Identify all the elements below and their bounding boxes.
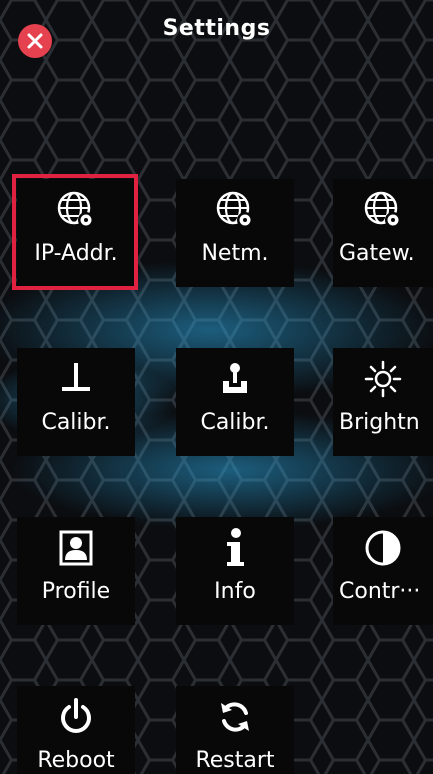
tile-label: Restart [195, 748, 275, 773]
calibrate-touch-icon [223, 363, 247, 393]
globe-gear-icon [216, 191, 253, 228]
calibrate-touch-tile[interactable]: Calibr. [176, 348, 294, 456]
tile-label: Calibr. [200, 410, 270, 435]
power-icon [61, 698, 91, 733]
profile-tile[interactable]: Profile [17, 517, 135, 625]
tile-label: Brightn [339, 410, 420, 435]
info-icon [227, 528, 244, 566]
page-title: Settings [162, 16, 271, 41]
reboot-tile[interactable]: Reboot [17, 686, 135, 774]
info-tile[interactable]: Info [176, 517, 294, 625]
contrast-icon [365, 530, 401, 566]
calibrate-pin-icon [62, 363, 90, 391]
tile-label: Contr··· [339, 579, 421, 604]
profile-icon [59, 530, 93, 566]
tile-label: IP-Addr. [34, 241, 118, 266]
sun-icon [364, 360, 402, 398]
calibrate-pin-tile[interactable]: Calibr. [17, 348, 135, 456]
tile-label: Reboot [37, 748, 115, 773]
tile-label: Gatew. [339, 241, 415, 266]
brightness-tile[interactable]: Brightn [333, 348, 433, 456]
header-bar: Settings [0, 0, 433, 70]
tile-label: Netm. [201, 241, 269, 266]
globe-gear-icon [57, 191, 94, 228]
contrast-tile[interactable]: Contr··· [333, 517, 433, 625]
gateway-tile[interactable]: Gatew. [333, 179, 433, 287]
tile-label: Profile [41, 579, 111, 604]
tile-label: Info [214, 579, 256, 604]
restart-tile[interactable]: Restart [176, 686, 294, 774]
ip-address-tile[interactable]: IP-Addr. [17, 179, 135, 287]
netmask-tile[interactable]: Netm. [176, 179, 294, 287]
globe-gear-icon [364, 191, 401, 228]
tile-label: Calibr. [41, 410, 111, 435]
refresh-icon [221, 702, 249, 732]
